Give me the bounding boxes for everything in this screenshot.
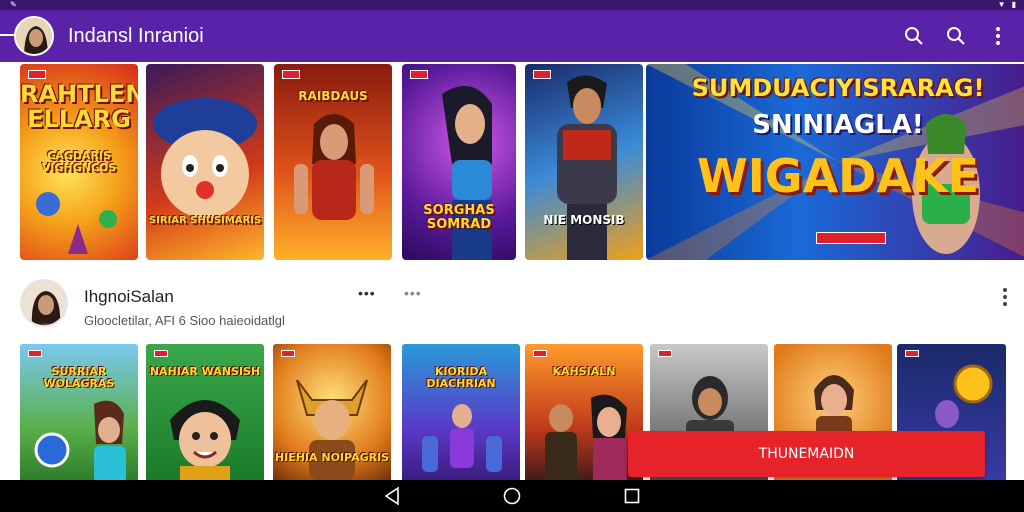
publisher-name: IhgnoiSalan — [84, 287, 174, 306]
appbar-actions — [900, 22, 1012, 50]
art-icon — [36, 192, 117, 254]
character-icon — [545, 394, 627, 484]
game-card[interactable]: NAHIAR WANSISH — [146, 344, 264, 484]
game-title: SURRIAR WOLAGRAS — [43, 365, 115, 391]
battery-icon: ▮ — [1011, 0, 1016, 9]
app-screen: ✎ ▼ ▮ Indansl Inranioi RAHTLEN ELLARG CA… — [0, 0, 1024, 512]
badge-icon — [281, 350, 295, 357]
banner-card[interactable]: NIE MONSIB — [525, 64, 643, 260]
character-icon — [153, 98, 257, 218]
featured-banners: RAHTLEN ELLARG CAGDARIS VIGHGNCOS SIRIAR… — [20, 64, 1024, 260]
character-icon — [34, 400, 126, 484]
game-title: KAHSIALN — [552, 365, 616, 378]
character-icon — [170, 400, 240, 484]
app-bar: Indansl Inranioi — [0, 10, 1024, 62]
badge-icon — [282, 70, 300, 79]
game-title: NAHIAR WANSISH — [149, 365, 261, 378]
game-card[interactable]: KAHSIALN — [525, 344, 643, 484]
more-vert-icon[interactable] — [1002, 287, 1008, 312]
character-icon — [557, 75, 617, 260]
game-title: KIORIDA DIACHRIAN — [426, 365, 496, 391]
page-title: Indansl Inranioi — [68, 25, 204, 47]
banner-title: RAHTLEN ELLARG — [20, 80, 138, 134]
publisher-subtitle: Gloocletilar, AFI 6 Sioo haieoidatlgl — [84, 313, 285, 328]
character-icon — [422, 404, 502, 472]
banner-card[interactable]: SORGHAS SOMRAD — [402, 64, 516, 260]
badge-icon — [28, 70, 46, 79]
banner-card[interactable]: SUMDUACIYISRARAG! SNINIAGLA! WIGADAKE — [646, 64, 1024, 260]
banner-line3: WIGADAKE — [696, 149, 980, 203]
install-button[interactable]: THUNEMAIDN — [628, 431, 985, 477]
banner-title: SUMDUACIYISRARAG! — [691, 74, 985, 102]
banner-card[interactable]: RAIBDAUS — [274, 64, 392, 260]
status-icons: ▼ ▮ — [998, 0, 1016, 9]
wifi-icon: ▼ — [997, 0, 1006, 9]
banner-subtitle: CAGDARIS VIGHGNCOS — [41, 149, 117, 174]
avatar[interactable] — [14, 16, 54, 56]
banner-title: RAIBDAUS — [298, 89, 368, 103]
game-title: HIEHIA NOIPAGRIS — [274, 451, 390, 464]
banner-title: NIE MONSIB — [543, 213, 625, 227]
banner-title: SORGHAS SOMRAD — [423, 203, 495, 232]
publisher-row[interactable]: IhgnoiSalan Gloocletilar, AFI 6 Sioo hai… — [20, 279, 1010, 335]
status-bar: ✎ ▼ ▮ — [0, 0, 1024, 10]
badge-icon — [658, 350, 672, 357]
coin-icon — [935, 364, 993, 428]
badge-icon — [28, 350, 42, 357]
more-vert-icon[interactable] — [984, 22, 1012, 50]
character-icon — [814, 375, 854, 440]
banner-card[interactable]: SIRIAR SHUSIMARIS — [146, 64, 264, 260]
game-card[interactable]: HIEHIA NOIPAGRIS — [273, 344, 391, 484]
search-icon[interactable] — [900, 22, 928, 50]
character-icon — [294, 114, 374, 220]
banner-title: SIRIAR SHUSIMARIS — [148, 215, 262, 226]
badge-icon — [154, 350, 168, 357]
character-icon — [442, 86, 492, 260]
pager-dots-secondary: ••• — [404, 285, 422, 301]
search-icon[interactable] — [942, 22, 970, 50]
avatar[interactable] — [20, 279, 68, 327]
banner-card[interactable]: RAHTLEN ELLARG CAGDARIS VIGHGNCOS — [20, 64, 138, 260]
system-nav-bar — [0, 480, 1024, 512]
badge-icon — [905, 350, 919, 357]
badge-icon — [816, 232, 886, 244]
banner-line2: SNINIAGLA! — [752, 110, 924, 140]
back-icon[interactable] — [380, 484, 404, 508]
pager-dots: ••• — [358, 285, 376, 301]
game-card[interactable]: KIORIDA DIACHRIAN — [402, 344, 520, 484]
home-icon[interactable] — [500, 484, 524, 508]
game-card[interactable]: SURRIAR WOLAGRAS — [20, 344, 138, 484]
notification-icon: ✎ — [10, 0, 17, 9]
badge-icon — [533, 350, 547, 357]
recents-icon[interactable] — [620, 484, 644, 508]
